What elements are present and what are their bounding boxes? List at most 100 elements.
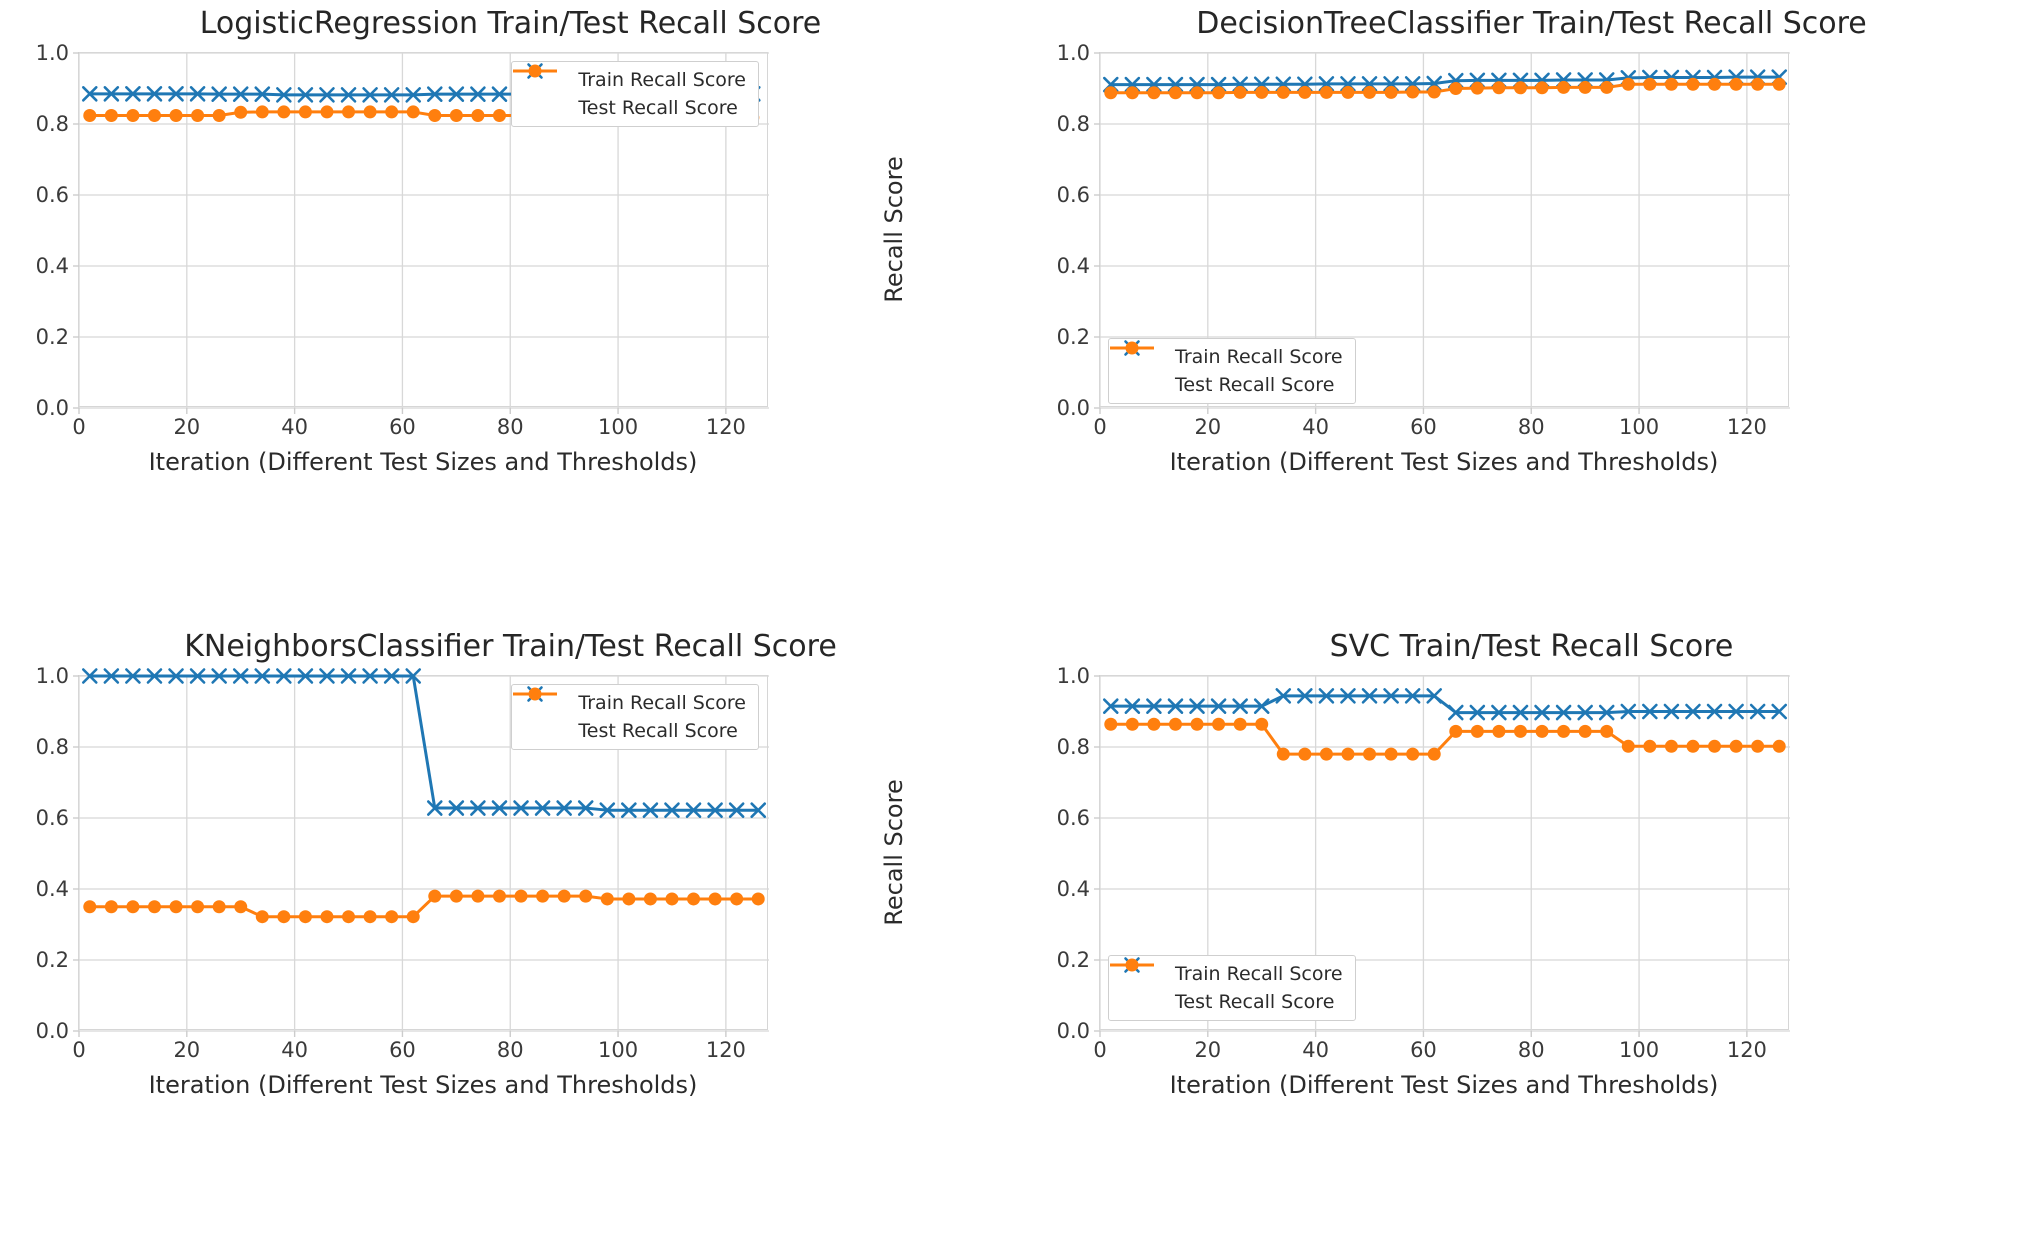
- plot-area: 0.0 0.2 0.4 0.6 0.8 1.0 0 20 40 60 80 100 120 Train R…: [1057, 664, 1790, 1062]
- data-point-marker: [1384, 85, 1398, 99]
- data-point-marker: [1168, 717, 1182, 731]
- data-point-marker: [708, 892, 722, 906]
- data-point-marker: [1664, 739, 1678, 753]
- data-point-marker: [1513, 81, 1527, 95]
- data-point-marker: [1772, 739, 1786, 753]
- y-tick-label: 1.0: [35, 664, 69, 688]
- data-point-marker: [751, 892, 765, 906]
- legend-item[interactable]: Test Recall Score: [513, 64, 746, 119]
- legend-label: Test Recall Score: [578, 97, 738, 119]
- x-tick-label: 100: [598, 415, 639, 439]
- data-point-marker: [600, 892, 614, 906]
- x-axis-label: Iteration (Different Test Sizes and Thre…: [1169, 448, 1719, 476]
- data-point-marker: [1276, 85, 1290, 99]
- data-point-marker: [385, 910, 399, 924]
- data-point-marker: [1535, 81, 1549, 95]
- data-point-marker: [1600, 80, 1614, 94]
- data-point-marker: [1772, 77, 1786, 91]
- data-point-marker: [277, 910, 291, 924]
- y-tick-label: 0.0: [35, 396, 69, 420]
- data-point-marker: [579, 889, 593, 903]
- x-tick-label: 80: [496, 1038, 524, 1062]
- data-point-marker: [471, 889, 485, 903]
- data-point-marker: [730, 892, 744, 906]
- legend-item[interactable]: Test Recall Score: [1110, 958, 1343, 1013]
- data-point-marker: [1190, 717, 1204, 731]
- y-tick-label: 0.0: [1056, 1019, 1090, 1043]
- data-point-marker: [406, 910, 420, 924]
- data-point-marker: [1535, 724, 1549, 738]
- y-tick-label: 0.6: [35, 183, 69, 207]
- x-tick-label: 0: [1093, 1038, 1107, 1062]
- x-tick-label: 40: [1302, 415, 1329, 439]
- chart-panel-kneighborsclassifier: KNeighborsClassifier Train/Test Recall S…: [0, 623, 1021, 1246]
- legend-label: Test Recall Score: [578, 720, 738, 742]
- x-tick-label: 20: [1194, 1038, 1222, 1062]
- data-point-marker: [104, 108, 118, 122]
- data-point-marker: [1729, 739, 1743, 753]
- data-point-marker: [1492, 81, 1506, 95]
- series-line: [88, 894, 760, 919]
- chart-legend[interactable]: Train Recall Score Test Recall Score: [1108, 955, 1356, 1021]
- data-point-marker: [428, 889, 442, 903]
- chart-panel-decisiontreeclassifier: DecisionTreeClassifier Train/Test Recall…: [880, 0, 2042, 623]
- data-point-marker: [1621, 739, 1635, 753]
- y-axis-label: Recall Score: [880, 156, 908, 303]
- chart-legend[interactable]: Train Recall Score Test Recall Score: [511, 61, 759, 127]
- data-point-marker: [385, 105, 399, 119]
- data-point-marker: [665, 892, 679, 906]
- x-tick-label: 100: [598, 1038, 639, 1062]
- data-point-marker: [557, 889, 571, 903]
- chart-title: KNeighborsClassifier Train/Test Recall S…: [184, 629, 837, 664]
- y-tick-label: 0.8: [35, 735, 69, 759]
- data-point-marker: [1708, 77, 1722, 91]
- data-point-marker: [428, 108, 442, 122]
- data-point-marker: [191, 108, 205, 122]
- data-point-marker: [406, 105, 420, 119]
- legend-item[interactable]: Test Recall Score: [1110, 341, 1343, 396]
- legend-label: Train Recall Score: [1175, 346, 1343, 368]
- y-tick-label: 0.2: [35, 325, 69, 349]
- x-tick-label: 100: [1619, 415, 1660, 439]
- data-point-marker: [1298, 85, 1312, 99]
- x-tick-label: 40: [281, 415, 308, 439]
- data-point-marker: [1406, 85, 1420, 99]
- data-point-marker: [1104, 86, 1118, 100]
- data-point-marker: [363, 105, 377, 119]
- data-point-marker: [1363, 747, 1377, 761]
- data-point-marker: [104, 900, 118, 914]
- chart-panel-svc: SVC Train/Test Recall Score 0.0 0.2 0.4 0.6…: [880, 623, 2042, 1246]
- data-point-marker: [1427, 747, 1441, 761]
- data-point-marker: [1233, 717, 1247, 731]
- data-point-marker: [320, 910, 334, 924]
- data-point-marker: [1233, 85, 1247, 99]
- legend-label: Train Recall Score: [578, 69, 746, 91]
- chart-legend[interactable]: Train Recall Score Test Recall Score: [511, 684, 759, 750]
- x-tick-label: 0: [72, 1038, 86, 1062]
- data-point-marker: [169, 900, 183, 914]
- chart-title: SVC Train/Test Recall Score: [1329, 629, 1734, 664]
- x-tick-label: 20: [173, 415, 201, 439]
- data-point-marker: [1341, 747, 1355, 761]
- y-tick-label: 0.4: [1056, 877, 1090, 901]
- y-tick-label: 0.6: [35, 806, 69, 830]
- data-point-marker: [212, 108, 226, 122]
- chart-legend[interactable]: Train Recall Score Test Recall Score: [1108, 338, 1356, 404]
- data-point-marker: [126, 108, 140, 122]
- x-tick-label: 80: [1517, 415, 1545, 439]
- data-point-marker: [536, 889, 550, 903]
- data-point-marker: [1168, 86, 1182, 100]
- data-point-marker: [1751, 77, 1765, 91]
- y-tick-label: 1.0: [1056, 41, 1090, 65]
- data-point-marker: [1492, 724, 1506, 738]
- data-point-marker: [1449, 82, 1463, 95]
- x-tick-label: 40: [281, 1038, 308, 1062]
- legend-item[interactable]: Test Recall Score: [513, 687, 746, 742]
- y-tick-label: 0.2: [1056, 325, 1090, 349]
- data-point-marker: [1276, 747, 1290, 761]
- data-point-marker: [1513, 724, 1527, 738]
- data-point-marker: [1212, 717, 1226, 731]
- legend-label: Test Recall Score: [1175, 374, 1335, 396]
- y-tick-label: 0.4: [35, 877, 69, 901]
- data-point-marker: [147, 900, 161, 914]
